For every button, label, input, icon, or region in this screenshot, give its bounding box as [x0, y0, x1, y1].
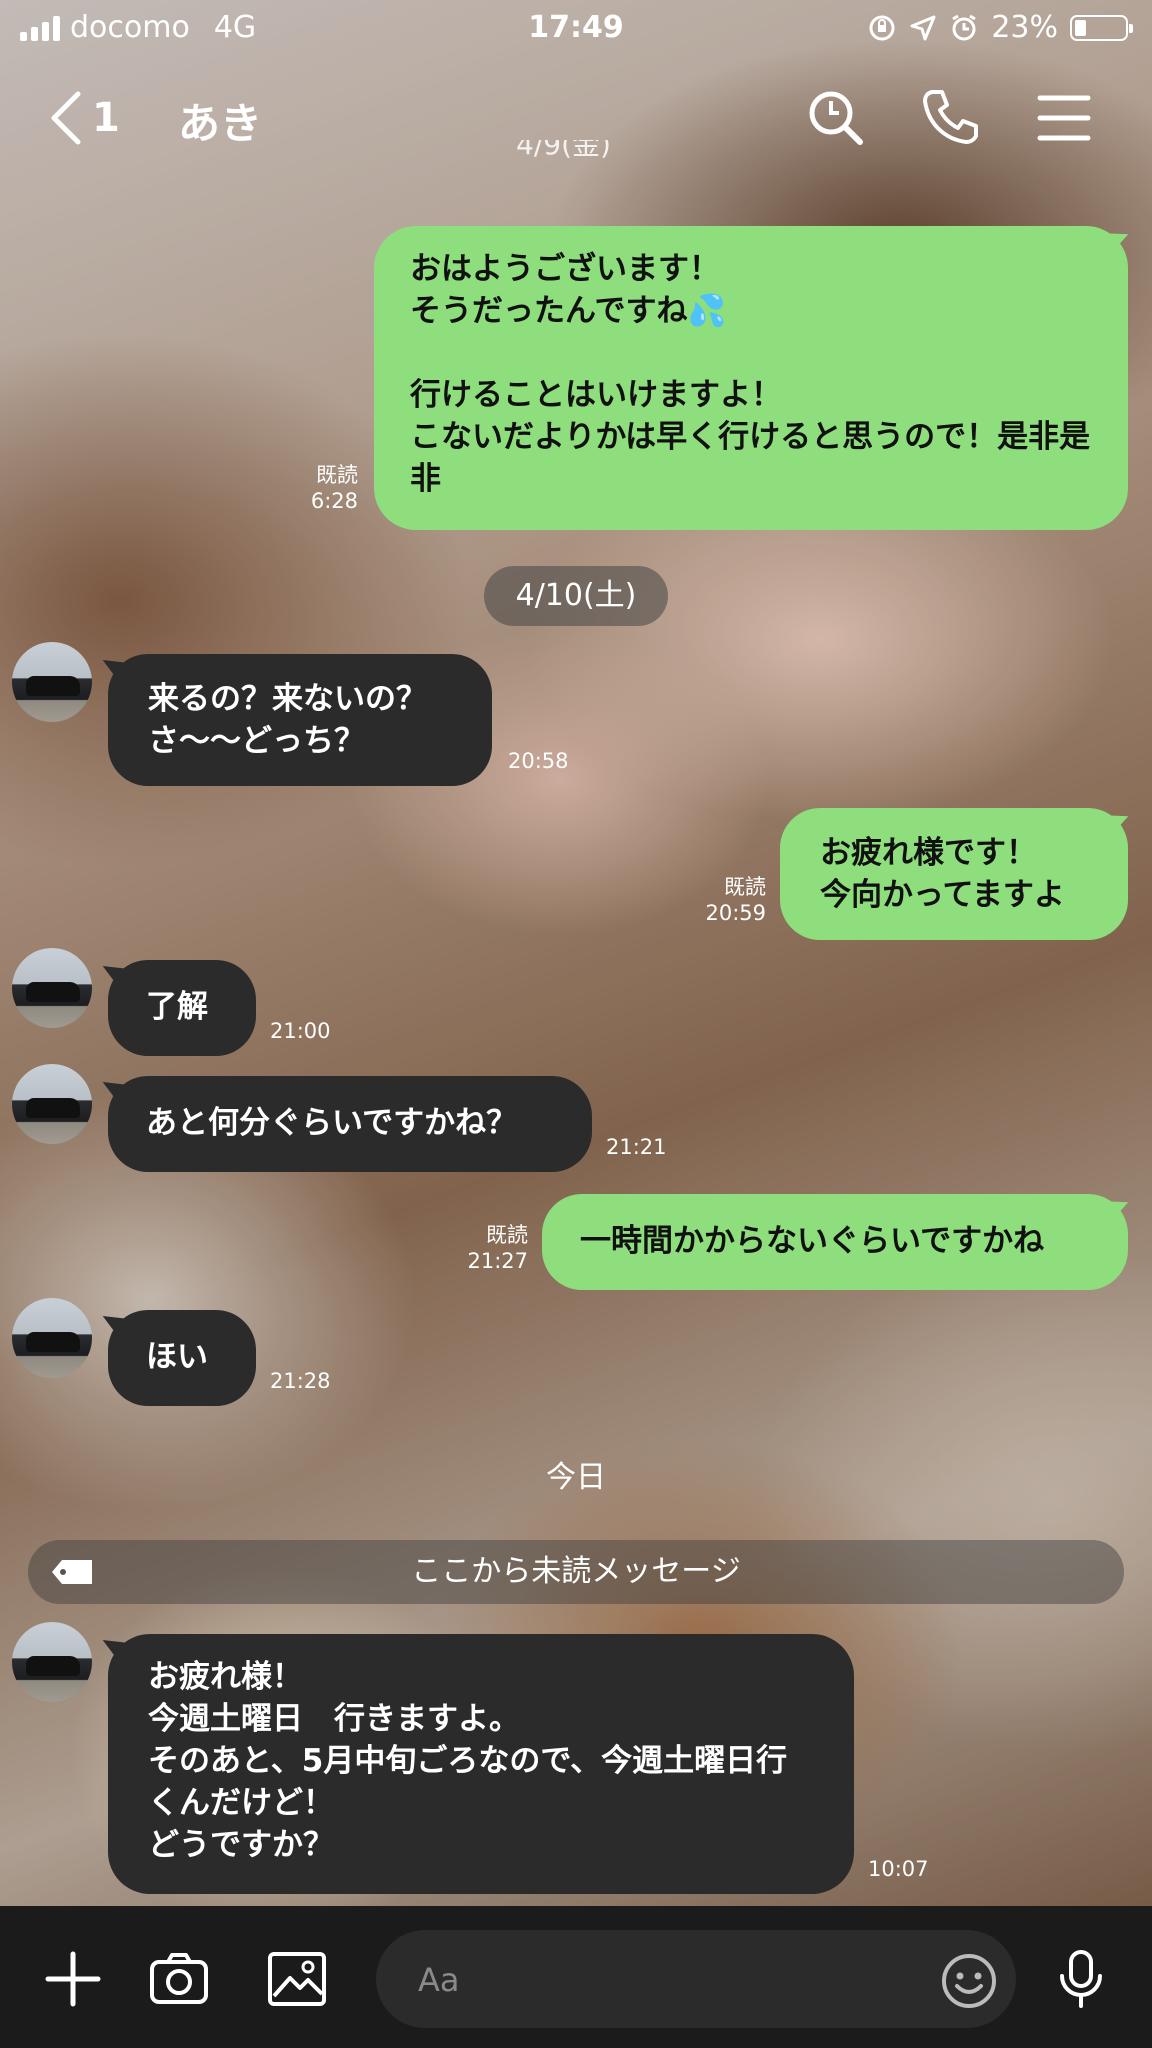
plus-button[interactable]: [42, 1948, 104, 2010]
message-time: 20:58: [508, 749, 569, 773]
emoji-icon[interactable]: [940, 1952, 998, 2010]
menu-icon: [1037, 95, 1091, 141]
message-bubble[interactable]: おはようございます！ そうだったんですね💦 行けることはいけますよ！ こないだよ…: [374, 226, 1128, 530]
read-receipt: 既読: [316, 463, 358, 487]
plus-icon: [45, 1951, 101, 2007]
chat-title: あき: [178, 99, 263, 148]
unread-divider: ここから未読メッセージ: [28, 1540, 1124, 1604]
message-bubble[interactable]: お疲れ様！ 今週土曜日 行きますよ。 そのあと、5月中旬ごろなので、今週土曜日行…: [108, 1634, 854, 1894]
message-meta: 既読 6:28: [290, 462, 358, 514]
message-time: 6:28: [310, 489, 358, 513]
read-receipt: 既読: [724, 875, 766, 899]
orientation-lock-icon: [869, 15, 895, 40]
menu-button[interactable]: [1032, 86, 1096, 150]
avatar[interactable]: [12, 642, 92, 722]
status-right: 23%: [867, 10, 1133, 45]
message-meta: 既読 20:59: [690, 874, 766, 926]
message-time: 21:28: [270, 1369, 331, 1393]
date-separator: 4/10(土): [484, 566, 668, 626]
location-icon: [910, 15, 936, 40]
message-time: 21:00: [270, 1019, 331, 1043]
message-bubble[interactable]: ほい: [108, 1310, 256, 1406]
image-icon: [268, 1952, 326, 2006]
chat-header: 1 あき: [0, 76, 1152, 160]
message-bubble[interactable]: あと何分ぐらいですかね？: [108, 1076, 592, 1172]
message-input-bar: [0, 1906, 1152, 2048]
search-icon: [809, 91, 863, 145]
message-input[interactable]: [416, 1954, 880, 2006]
message-bubble[interactable]: 了解: [108, 960, 256, 1056]
unread-count: 1: [92, 95, 120, 141]
call-button[interactable]: [918, 86, 982, 150]
camera-icon: [150, 1953, 208, 2004]
image-button[interactable]: [266, 1948, 328, 2010]
avatar[interactable]: [12, 1064, 92, 1144]
message-time: 10:07: [868, 1857, 929, 1881]
message-time: 21:27: [467, 1249, 528, 1273]
microphone-button[interactable]: [1050, 1948, 1112, 2010]
search-button[interactable]: [804, 86, 868, 150]
read-receipt: 既読: [486, 1223, 528, 1247]
avatar[interactable]: [12, 1298, 92, 1378]
message-bubble[interactable]: 来るの？来ないの？ さ〜〜どっち？: [108, 654, 492, 786]
status-bar: docomo 4G 17:49 23%: [0, 0, 1152, 60]
microphone-icon: [1060, 1950, 1102, 2008]
back-button[interactable]: 1: [48, 90, 120, 146]
message-meta: 既読 21:27: [456, 1222, 528, 1274]
avatar[interactable]: [12, 948, 92, 1028]
battery-percent: 23%: [991, 10, 1058, 45]
message-time: 21:21: [606, 1135, 667, 1159]
message-bubble[interactable]: 一時間かからないぐらいですかね: [542, 1194, 1128, 1290]
message-time: 20:59: [705, 901, 766, 925]
phone-icon: [923, 90, 978, 144]
avatar[interactable]: [12, 1622, 92, 1702]
message-input-field[interactable]: [376, 1930, 1016, 2028]
today-label: 今日: [546, 1460, 606, 1495]
back-chevron-icon: [51, 91, 81, 145]
unread-divider-label: ここから未読メッセージ: [411, 1554, 741, 1589]
camera-button[interactable]: [148, 1948, 210, 2010]
alarm-icon: [952, 14, 977, 40]
message-bubble[interactable]: お疲れ様です！ 今向かってますよ: [780, 808, 1128, 940]
battery-icon: [1070, 14, 1133, 41]
